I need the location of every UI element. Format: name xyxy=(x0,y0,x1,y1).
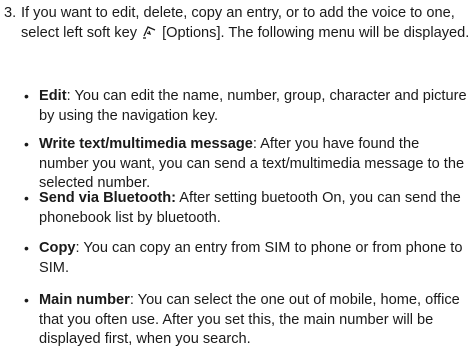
option-term: Write text/multimedia message xyxy=(39,136,253,152)
bullet-dot: • xyxy=(24,190,29,206)
step-3: 3. If you want to edit, delete, copy an … xyxy=(0,4,470,43)
option-text: Edit: You can edit the name, number, gro… xyxy=(39,87,470,126)
option-main-number: • Main number: You can select the one ou… xyxy=(0,291,470,350)
option-text: Send via Bluetooth: After setting buetoo… xyxy=(39,189,470,228)
option-term: Copy xyxy=(39,240,76,256)
manual-page: 3. If you want to edit, delete, copy an … xyxy=(0,0,476,358)
option-edit: • Edit: You can edit the name, number, g… xyxy=(0,87,470,126)
option-term: Edit xyxy=(39,88,67,104)
step-text: If you want to edit, delete, copy an ent… xyxy=(21,4,470,43)
option-text: Copy: You can copy an entry from SIM to … xyxy=(39,239,470,278)
option-text: Write text/multimedia message: After you… xyxy=(39,135,470,194)
bullet-dot: • xyxy=(24,292,29,308)
bullet-dot: • xyxy=(24,240,29,256)
option-term: Send via Bluetooth: xyxy=(39,190,177,206)
option-sep: : xyxy=(129,292,138,308)
option-text: Main number: You can select the one out … xyxy=(39,291,470,350)
option-desc: You can edit the name, number, group, ch… xyxy=(39,88,467,124)
left-soft-key-icon xyxy=(143,25,156,39)
option-term: Main number xyxy=(39,292,130,308)
step-text-after-icon: [Options]. The following menu will be di… xyxy=(162,24,470,41)
option-write-message: • Write text/multimedia message: After y… xyxy=(0,135,470,194)
bullet-dot: • xyxy=(24,88,29,104)
option-copy: • Copy: You can copy an entry from SIM t… xyxy=(0,239,470,278)
option-send-bluetooth: • Send via Bluetooth: After setting buet… xyxy=(0,189,470,228)
bullet-dot: • xyxy=(24,136,29,152)
step-number: 3. xyxy=(4,5,17,21)
option-desc: You can copy an entry from SIM to phone … xyxy=(39,240,463,276)
